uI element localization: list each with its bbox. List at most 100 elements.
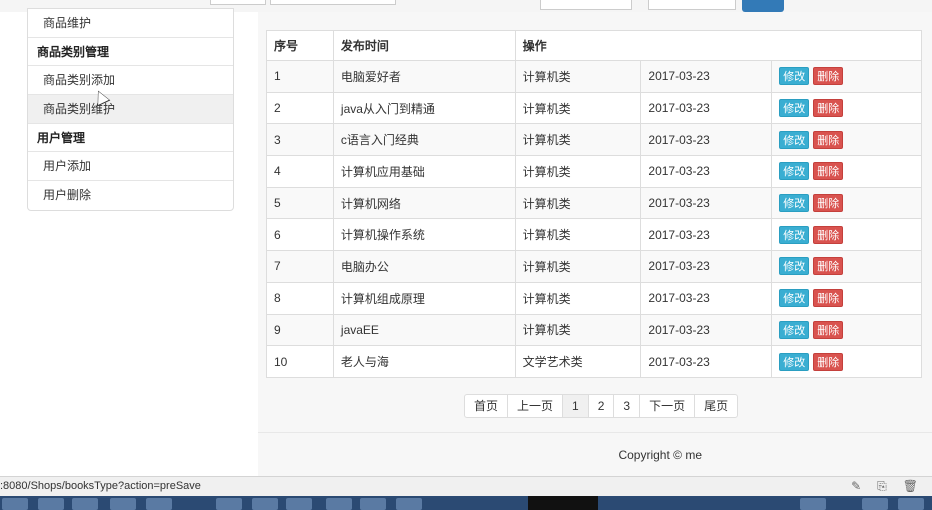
sidebar-item[interactable]: 用户添加 — [28, 152, 233, 181]
sidebar-item[interactable]: 商品类别添加 — [28, 66, 233, 95]
cell-index: 6 — [266, 218, 334, 252]
cell-actions: 修改 删除 — [771, 281, 922, 315]
delete-button[interactable]: 删除 — [813, 289, 844, 308]
tray-icon[interactable] — [898, 498, 924, 510]
cell-index: 9 — [266, 313, 334, 347]
taskbar-clock — [528, 496, 598, 510]
taskbar-app-icon[interactable] — [396, 498, 422, 510]
taskbar-app-icon[interactable] — [326, 498, 352, 510]
tray-icon[interactable] — [862, 498, 888, 510]
cell-date: 2017-03-23 — [640, 186, 773, 220]
table-row: 3 c语言入门经典 计算机类 2017-03-23 修改 删除 — [266, 123, 922, 157]
taskbar-app-icon[interactable] — [72, 498, 98, 510]
page-link[interactable]: 2 — [587, 395, 614, 417]
cell-index: 1 — [266, 60, 334, 93]
page-link[interactable]: 首页 — [465, 395, 507, 417]
delete-button[interactable]: 删除 — [813, 257, 844, 276]
cell-category: 计算机类 — [514, 281, 642, 315]
edit-button[interactable]: 修改 — [779, 225, 810, 244]
search-field-1[interactable] — [210, 0, 266, 5]
column-header-index: 序号 — [266, 30, 334, 61]
cell-date: 2017-03-23 — [640, 155, 773, 188]
trash-icon[interactable]: 🗑 — [903, 479, 918, 494]
page-link[interactable]: 3 — [613, 395, 639, 417]
table-row: 1 电脑爱好者 计算机类 2017-03-23 修改 删除 — [266, 60, 922, 93]
cell-title: 电脑爱好者 — [332, 60, 516, 93]
edit-button[interactable]: 修改 — [779, 162, 810, 181]
cell-title: 计算机组成原理 — [332, 281, 516, 315]
page-link[interactable]: 上一页 — [507, 395, 562, 417]
cell-category: 计算机类 — [514, 313, 642, 347]
delete-button[interactable]: 删除 — [813, 99, 844, 118]
taskbar-app-icon[interactable] — [38, 498, 64, 510]
cell-date: 2017-03-23 — [640, 123, 773, 157]
page-link[interactable]: 下一页 — [639, 395, 694, 417]
cell-title: 计算机操作系统 — [332, 218, 516, 252]
edit-button[interactable]: 修改 — [779, 320, 810, 339]
delete-button[interactable]: 删除 — [813, 130, 844, 149]
cell-actions: 修改 删除 — [771, 123, 922, 157]
search-button[interactable] — [742, 0, 784, 12]
taskbar-folder-icon[interactable] — [2, 498, 28, 510]
taskbar-app-icon[interactable] — [286, 498, 312, 510]
delete-button[interactable]: 删除 — [813, 352, 844, 371]
page-link[interactable]: 1 — [562, 395, 588, 417]
cell-category: 计算机类 — [514, 186, 642, 220]
cell-actions: 修改 删除 — [771, 345, 922, 378]
os-taskbar — [0, 496, 932, 510]
taskbar-app-icon[interactable] — [252, 498, 278, 510]
edit-button[interactable]: 修改 — [779, 289, 810, 308]
edit-button[interactable]: 修改 — [779, 194, 810, 213]
delete-button[interactable]: 删除 — [813, 225, 844, 244]
cell-index: 10 — [266, 345, 334, 378]
table-header-row: 序号 发布时间 操作 — [266, 30, 923, 61]
search-field-4[interactable] — [648, 0, 736, 10]
cell-actions: 修改 删除 — [771, 218, 922, 252]
taskbar-app-icon[interactable] — [216, 498, 242, 510]
edit-button[interactable]: 修改 — [779, 352, 810, 371]
status-url: :8080/Shops/booksType?action=preSave — [0, 480, 201, 492]
column-header-actions: 操作 — [514, 30, 923, 61]
taskbar-app-icon[interactable] — [146, 498, 172, 510]
search-field-3[interactable] — [540, 0, 632, 10]
share-icon[interactable]: ⎘ — [877, 479, 887, 494]
edit-button[interactable]: 修改 — [779, 257, 810, 276]
cell-index: 8 — [266, 281, 334, 315]
cell-title: 电脑办公 — [332, 250, 516, 283]
cell-date: 2017-03-23 — [640, 60, 773, 93]
search-field-2[interactable] — [270, 0, 396, 5]
cell-date: 2017-03-23 — [640, 250, 773, 283]
cell-title: c语言入门经典 — [332, 123, 516, 157]
cell-category: 计算机类 — [514, 250, 642, 283]
sidebar-item[interactable]: 商品维护 — [28, 9, 233, 38]
cell-index: 5 — [266, 186, 334, 220]
taskbar-app-icon[interactable] — [360, 498, 386, 510]
page-link[interactable]: 尾页 — [694, 395, 737, 417]
cell-category: 计算机类 — [514, 91, 642, 125]
delete-button[interactable]: 删除 — [813, 162, 844, 181]
cell-actions: 修改 删除 — [771, 186, 922, 220]
cell-index: 3 — [266, 123, 334, 157]
tray-icon[interactable] — [800, 498, 826, 510]
sidebar-section-heading: 用户管理 — [28, 124, 233, 152]
table-row: 4 计算机应用基础 计算机类 2017-03-23 修改 删除 — [266, 155, 922, 188]
cell-title: 计算机应用基础 — [332, 155, 516, 188]
delete-button[interactable]: 删除 — [813, 320, 844, 339]
cell-title: javaEE — [332, 313, 516, 347]
category-table: 序号 发布时间 操作 1 电脑爱好者 计算机类 2017-03-23 修改 删除 2 java… — [266, 30, 923, 378]
pin-icon[interactable]: ✎ — [851, 479, 861, 494]
taskbar-app-icon[interactable] — [110, 498, 136, 510]
sidebar-item[interactable]: 用户删除 — [28, 181, 233, 210]
cell-title: java从入门到精通 — [332, 91, 516, 125]
edit-button[interactable]: 修改 — [779, 99, 810, 118]
table-row: 6 计算机操作系统 计算机类 2017-03-23 修改 删除 — [266, 218, 922, 252]
cell-actions: 修改 删除 — [771, 155, 922, 188]
table-row: 10 老人与海 文学艺术类 2017-03-23 修改 删除 — [266, 345, 922, 378]
sidebar-item[interactable]: 商品类别维护 — [28, 95, 233, 124]
browser-status-bar: :8080/Shops/booksType?action=preSave ✎ ⎘… — [0, 476, 932, 496]
edit-button[interactable]: 修改 — [779, 67, 810, 86]
edit-button[interactable]: 修改 — [779, 130, 810, 149]
delete-button[interactable]: 删除 — [813, 67, 844, 86]
pagination: 首页 上一页 1 2 3 下一页 尾页 — [464, 394, 739, 418]
delete-button[interactable]: 删除 — [813, 194, 844, 213]
